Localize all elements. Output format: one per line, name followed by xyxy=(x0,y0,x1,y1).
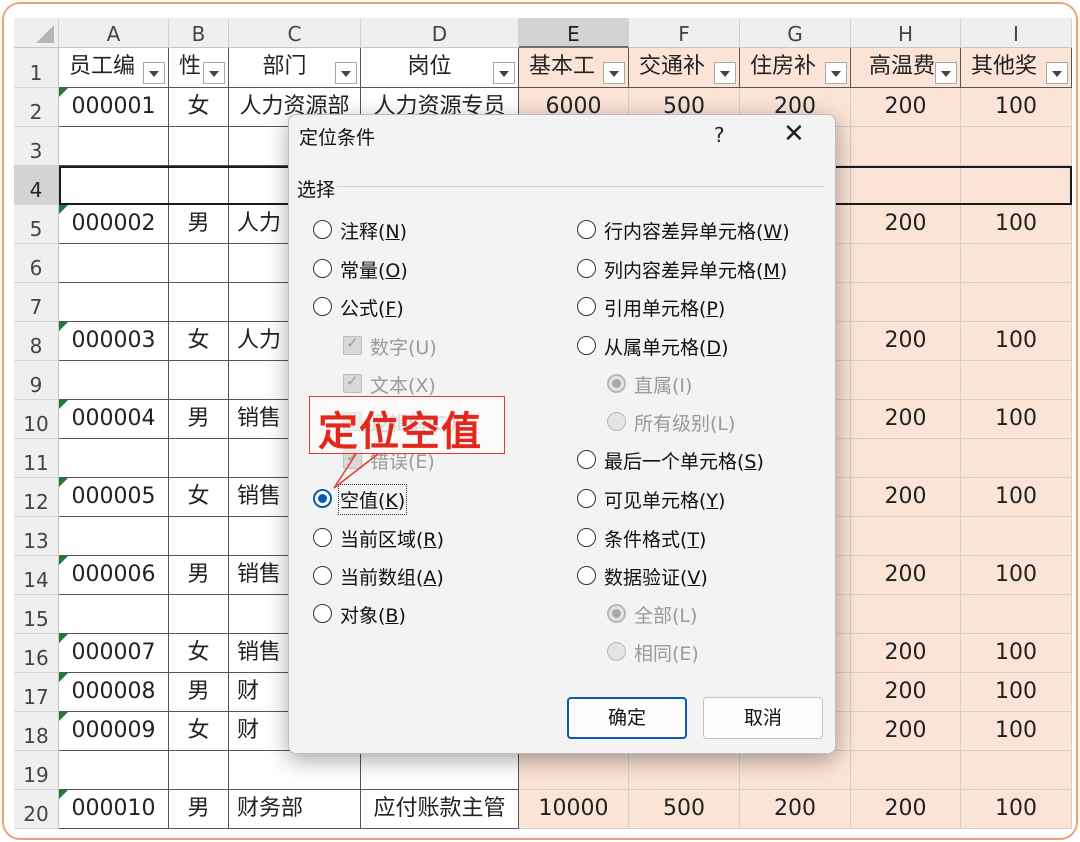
callout-pointer xyxy=(333,453,379,489)
screenshot-frame: A B C D E F G H I 1 2 3 4 5 6 7 8 9 10 11 12 13 14 15 16 17 18 19 20… xyxy=(2,2,1078,840)
